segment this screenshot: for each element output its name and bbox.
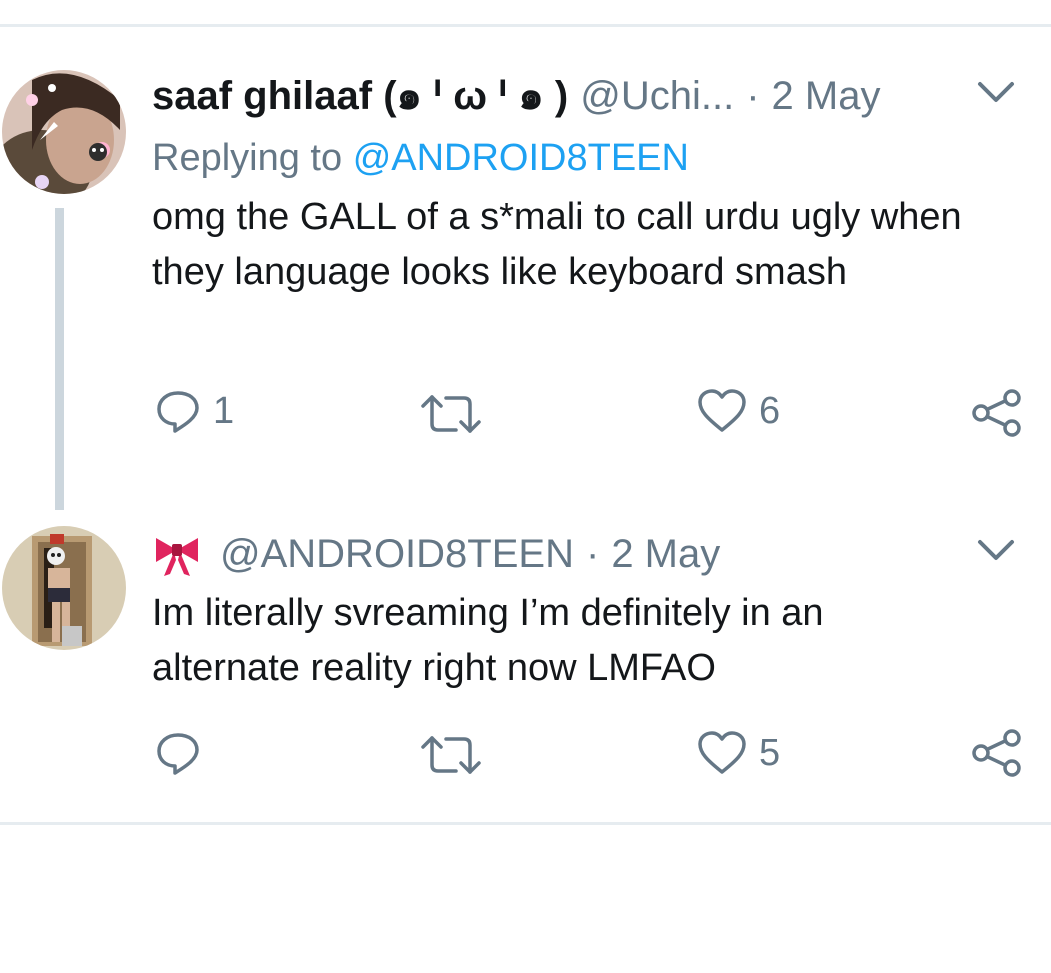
tweet-text: Im literally svreaming I’m definitely in… — [152, 592, 824, 689]
replying-to-label: Replying to — [152, 137, 343, 179]
share-icon — [972, 729, 1021, 777]
timestamp[interactable]: 2 May — [611, 530, 720, 578]
like-count: 6 — [759, 389, 781, 432]
heart-icon — [698, 389, 746, 432]
separator-dot: · — [585, 532, 600, 576]
bottom-divider — [0, 822, 1051, 825]
heart-icon — [698, 731, 746, 774]
share-button[interactable] — [972, 388, 1022, 438]
like-button[interactable]: 5 — [697, 730, 780, 776]
like-button[interactable]: 6 — [697, 388, 780, 434]
user-handle[interactable]: @Uchi... — [580, 72, 734, 120]
display-name[interactable]: saaf ghilaaf (๑ ᑊ ω ᑊ ๑ ) — [152, 72, 568, 120]
chevron-down-icon[interactable] — [972, 526, 1020, 574]
tweet-header: @ANDROID8TEEN · 2 May — [152, 530, 720, 580]
reply-mention-link[interactable]: @ANDROID8TEEN — [353, 137, 689, 179]
like-count: 5 — [759, 731, 781, 774]
reply-icon — [157, 391, 199, 433]
avatar[interactable] — [2, 70, 126, 194]
reply-button[interactable] — [155, 730, 213, 776]
retweet-icon — [421, 395, 481, 433]
chevron-down-icon[interactable] — [972, 68, 1020, 116]
reply-count: 1 — [213, 389, 235, 432]
retweet-button[interactable] — [420, 733, 494, 777]
reply-icon — [157, 733, 199, 775]
share-icon — [972, 389, 1021, 437]
timestamp[interactable]: 2 May — [772, 72, 881, 120]
share-button[interactable] — [972, 728, 1022, 778]
reply-button[interactable]: 1 — [155, 388, 234, 434]
thread-line — [55, 208, 64, 510]
retweet-icon — [421, 736, 481, 774]
retweet-button[interactable] — [420, 392, 494, 436]
replying-to-line: Replying to @ANDROID8TEEN — [152, 135, 689, 181]
top-divider — [0, 24, 1051, 27]
tweet-text: omg the GALL of a s*mali to call urdu ug… — [152, 196, 962, 293]
red-bow-emoji — [156, 538, 198, 576]
tweet-header: saaf ghilaaf (๑ ᑊ ω ᑊ ๑ ) @Uchi... · 2 M… — [152, 72, 880, 120]
separator-dot: · — [746, 74, 760, 118]
user-handle[interactable]: @ANDROID8TEEN — [220, 530, 574, 578]
avatar[interactable] — [2, 526, 126, 650]
